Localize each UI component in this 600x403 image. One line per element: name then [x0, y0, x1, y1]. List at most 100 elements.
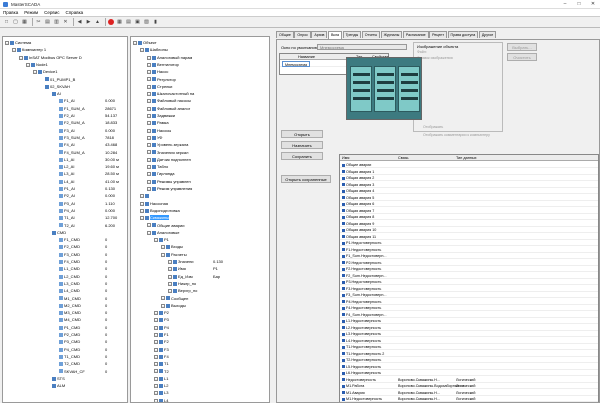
file-radio[interactable]: Файл:	[417, 50, 427, 54]
tree-row[interactable]: - Водоподготовка	[140, 207, 180, 214]
tree-row[interactable]: - Насосы	[147, 127, 171, 134]
save-icon[interactable]: ▦	[21, 19, 28, 26]
tree-row[interactable]: - Общие аварии	[147, 222, 185, 229]
open-saved-button[interactable]: Открыть сохраненные	[281, 175, 331, 183]
expand-icon[interactable]: -	[147, 157, 151, 162]
tree-row[interactable]: - Система	[5, 39, 31, 46]
tree-row[interactable]: - Имя	[168, 265, 186, 272]
props-icon[interactable]: ▤	[125, 19, 132, 26]
table-row[interactable]: T1.Недостоверность	[340, 344, 598, 351]
up-icon[interactable]: ▲	[94, 19, 101, 26]
tree-row[interactable]: M4_CMD	[54, 316, 81, 323]
tree-row[interactable]: L1_CMD	[54, 265, 80, 272]
expand-icon[interactable]: -	[147, 77, 151, 82]
expand-icon[interactable]: -	[140, 201, 144, 206]
expand-icon[interactable]: -	[154, 398, 158, 402]
tree-row[interactable]: P3_AI	[54, 200, 75, 207]
open-button[interactable]: Открыть	[281, 130, 323, 138]
tree-row[interactable]: - T1	[154, 360, 169, 367]
table-row[interactable]: F2_Sum.Недостоверн...	[340, 273, 598, 279]
tree-row[interactable]: - Рамка	[147, 119, 169, 126]
save-button[interactable]: Сохранить	[281, 152, 323, 160]
tree-row[interactable]: L2_AI	[54, 163, 74, 170]
tree-row[interactable]: F2_SUM_A	[54, 119, 85, 126]
table-row[interactable]: Общая авария 5	[340, 195, 598, 201]
table-row[interactable]: P3.Недостоверность	[340, 279, 598, 286]
expand-icon[interactable]: -	[147, 106, 151, 111]
table-row[interactable]: Недостоверность Вороново.Скважины.Н... Лог…	[340, 377, 598, 383]
tree-row[interactable]: - P3	[154, 316, 169, 323]
expand-icon[interactable]: -	[147, 179, 151, 184]
copy-icon[interactable]: ▤	[44, 19, 51, 26]
table-row[interactable]: F2.Недостоверность	[340, 266, 598, 273]
tree-row[interactable]: -ALM	[47, 382, 65, 389]
assign-button[interactable]: Назначить	[281, 141, 323, 149]
maximize-button[interactable]: □	[572, 0, 586, 9]
tree-row[interactable]: -02_SKVAH	[40, 83, 70, 90]
tree-row[interactable]: - Уровень зеркала	[147, 141, 188, 148]
tree-row[interactable]: - L4	[154, 397, 168, 402]
tree-row[interactable]: P4_AI	[54, 207, 75, 214]
expand-icon[interactable]: -	[161, 245, 165, 250]
tree-row[interactable]: - Гирлянда	[147, 170, 175, 177]
tree-row[interactable]: - Выходы	[161, 302, 186, 309]
expand-icon[interactable]: -	[147, 92, 151, 97]
tab-7[interactable]: Расписание	[402, 31, 429, 38]
expand-icon[interactable]: -	[147, 70, 151, 75]
table-row[interactable]: Общая авария 11	[340, 234, 598, 240]
expand-icon[interactable]: -	[168, 274, 172, 279]
tab-8[interactable]: Рецепт	[429, 31, 448, 38]
expand-icon[interactable]: -	[5, 40, 9, 45]
tree-row[interactable]: P4_CMD	[54, 346, 80, 353]
table-row[interactable]: L3.Недостоверность	[340, 331, 598, 338]
tree-row[interactable]: - Компьютер 1	[12, 46, 46, 53]
tree-row[interactable]: - Node1	[26, 61, 48, 68]
tree-row[interactable]: F4_AI	[54, 141, 75, 148]
tree-row[interactable]: -	[140, 192, 150, 199]
expand-icon[interactable]: -	[12, 48, 16, 53]
table-row[interactable]: Общие аварии	[340, 162, 598, 169]
object-tree-panel[interactable]: - Объект - Шаблоны - Аналоговый парам - Вентиля…	[130, 36, 270, 403]
table-row[interactable]: F4.Недостоверность	[340, 305, 598, 312]
table-row[interactable]: Общая авария 8	[340, 214, 598, 221]
tab-10[interactable]: Другое	[478, 31, 497, 38]
table-row[interactable]: М1.Авария Вороново.Скважины.Н... Логически…	[340, 390, 598, 396]
tree-row[interactable]: - Сообщен	[161, 295, 188, 302]
expand-icon[interactable]: -	[154, 354, 158, 359]
tree-row[interactable]: - Задвижки	[147, 112, 175, 119]
tree-row[interactable]: P1_CMD	[54, 324, 80, 331]
expand-icon[interactable]: -	[140, 194, 144, 199]
tree-row[interactable]: - Стрелки	[147, 83, 172, 90]
tree-row[interactable]: F2_CMD	[54, 243, 80, 250]
tree-row[interactable]: T1_AI	[54, 214, 75, 221]
menu-edit[interactable]: Правка	[0, 10, 21, 15]
show-comments-checkbox[interactable]: Отображать комментарии к компьютеру	[423, 133, 490, 137]
tree-row[interactable]: -01_PUMP1_B	[40, 76, 75, 83]
tree-row[interactable]: - Входы	[161, 243, 183, 250]
expand-icon[interactable]: -	[147, 230, 151, 235]
tree-row[interactable]: -STS	[47, 375, 65, 382]
tree-row[interactable]: P1_AI	[54, 185, 75, 192]
table-row[interactable]: М1.Работа Вороново.Скважины.Водозаборные …	[340, 383, 598, 390]
expand-icon[interactable]: -	[154, 376, 158, 381]
expand-icon[interactable]: -	[161, 252, 165, 257]
expand-icon[interactable]: -	[147, 135, 151, 140]
tab-0[interactable]: Общие	[276, 31, 294, 38]
delete-icon[interactable]: ✕	[62, 19, 69, 26]
tree-row[interactable]: - Аналоговые	[147, 229, 180, 236]
tree-row[interactable]: P3_CMD	[54, 338, 80, 345]
system-tree-panel[interactable]: - Система - Компьютер 1 - InSAT Modbus OPC Se…	[2, 36, 128, 403]
tree-row[interactable]: F3_CMD	[54, 251, 80, 258]
tree-row[interactable]: - F2	[154, 338, 169, 345]
tab-3[interactable]: Вкла	[327, 31, 343, 39]
expand-icon[interactable]: -	[147, 121, 151, 126]
tree-row[interactable]: - Аналоговый парам	[147, 54, 192, 61]
forward-icon[interactable]: ▶	[85, 19, 92, 26]
table-row[interactable]: P2.Недостоверность	[340, 260, 598, 266]
expand-icon[interactable]: -	[154, 325, 158, 330]
table-row[interactable]: М1.Недостоверность Вороново.Скважины.Н...…	[340, 396, 598, 403]
expand-icon[interactable]: -	[154, 340, 158, 345]
tree-row[interactable]: - Объект	[133, 39, 157, 46]
tree-row[interactable]: F4_SUM_A	[54, 149, 85, 156]
layout-icon[interactable]: ▧	[143, 19, 150, 26]
